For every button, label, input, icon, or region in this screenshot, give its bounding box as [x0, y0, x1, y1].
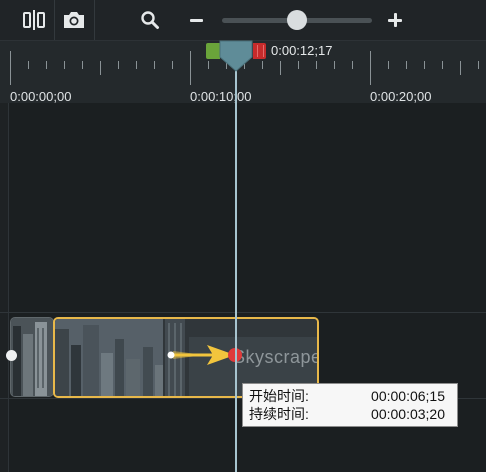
- playhead-in-handle[interactable]: [206, 43, 220, 59]
- duration-label: 持续时间:: [249, 406, 309, 422]
- ruler-label-20: 0:00:20;00: [370, 89, 432, 104]
- snapshot-button[interactable]: [60, 6, 88, 34]
- playhead-out-handle[interactable]: [253, 43, 266, 59]
- ruler-tick: [280, 61, 281, 75]
- start-time-label: 开始时间:: [249, 388, 309, 404]
- zoom-slider-knob[interactable]: [287, 10, 307, 30]
- ruler-tick: [118, 61, 119, 69]
- ruler-tick: [82, 61, 83, 69]
- playhead-time: 0:00:12;17: [271, 43, 333, 58]
- ruler-label-10: 0:00:10;00: [190, 89, 252, 104]
- search-icon: [141, 11, 159, 29]
- ruler-tick: [298, 61, 299, 69]
- ruler-tick: [262, 61, 263, 69]
- ruler-tick: [352, 61, 353, 69]
- ruler-tick: [370, 51, 371, 85]
- tooltip-start-row: 开始时间: 00:00:06;15: [249, 387, 451, 405]
- tooltip-duration-row: 持续时间: 00:00:03;20: [249, 405, 451, 423]
- ruler-tick: [478, 61, 479, 69]
- camera-icon: [64, 12, 84, 28]
- timeline-toolbar: [0, 0, 486, 41]
- playhead-line: [235, 70, 237, 472]
- clip-thumbnail: [11, 318, 53, 396]
- track-divider: [0, 312, 486, 313]
- ruler-tick: [316, 61, 317, 69]
- track-header-strip: [0, 41, 9, 472]
- ruler-label-0: 0:00:00;00: [10, 89, 72, 104]
- split-button[interactable]: [20, 6, 48, 34]
- split-icon: [23, 10, 45, 30]
- start-time-value: 00:00:06;15: [371, 388, 445, 404]
- zoom-out-icon[interactable]: [188, 11, 206, 29]
- toolbar-separator: [54, 0, 55, 40]
- ruler-tick: [388, 61, 389, 69]
- ruler-tick: [334, 61, 335, 69]
- ruler-tick: [442, 61, 443, 69]
- ruler-tick: [208, 61, 209, 69]
- zoom-in-icon[interactable]: [386, 11, 404, 29]
- ruler-tick: [64, 61, 65, 69]
- ruler-tick: [172, 61, 173, 69]
- zoom-slider[interactable]: [222, 10, 372, 30]
- ruler-tick: [100, 61, 101, 75]
- clip-time-tooltip: 开始时间: 00:00:06;15 持续时间: 00:00:03;20: [242, 383, 458, 427]
- ruler-tick: [154, 61, 155, 69]
- zoom-to-fit-button[interactable]: [136, 6, 164, 34]
- ruler-tick: [406, 61, 407, 69]
- toolbar-separator: [94, 0, 95, 40]
- ruler-tick: [28, 61, 29, 69]
- ruler-tick: [190, 51, 191, 85]
- ruler-tick: [136, 61, 137, 69]
- ruler-tick: [46, 61, 47, 69]
- duration-value: 00:00:03;20: [371, 406, 445, 422]
- ruler-tick: [10, 51, 11, 85]
- clip-trim-handle[interactable]: [6, 350, 17, 361]
- ruler-tick: [424, 61, 425, 69]
- ruler-tick: [460, 61, 461, 75]
- animation-start-point[interactable]: [167, 351, 175, 359]
- playhead-thumb[interactable]: [219, 40, 253, 72]
